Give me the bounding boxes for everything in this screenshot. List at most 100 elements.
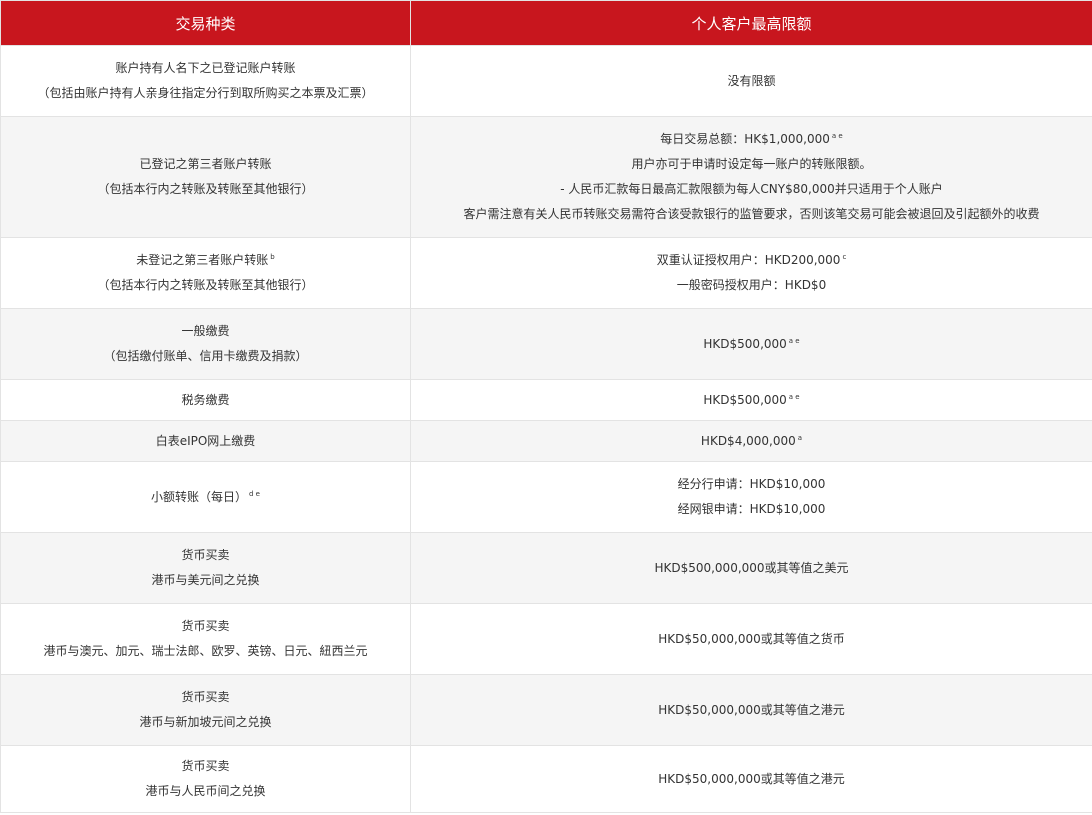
cell-line: 用户亦可于申请时设定每一账户的转账限额。 <box>411 152 1092 177</box>
cell-text: 一般缴费 <box>181 324 230 338</box>
cell-line: HKD$500,000 a e <box>411 388 1092 413</box>
cell-text: 账户持有人名下之已登记账户转账 <box>115 61 296 75</box>
cell-transaction-type: 税务缴费 <box>0 379 411 421</box>
cell-text: 已登记之第三者账户转账 <box>139 157 272 171</box>
cell-line: 小额转账（每日） d e <box>1 485 410 510</box>
cell-max-limit: 经分行申请：HKD$10,000 经网银申请：HKD$10,000 <box>410 461 1092 533</box>
cell-line: 已登记之第三者账户转账 <box>1 152 410 177</box>
cell-text: 未登记之第三者账户转账 <box>136 253 269 267</box>
table-row: 已登记之第三者账户转账 （包括本行内之转账及转账至其他银行） 每日交易总额：HK$1… <box>0 116 1092 238</box>
cell-text: HKD$500,000,000或其等值之美元 <box>654 560 849 575</box>
cell-max-limit: HKD$500,000 a e <box>410 379 1092 421</box>
cell-line: 港币与美元间之兑换 <box>1 568 410 593</box>
cell-max-limit: HKD$50,000,000或其等值之货币 <box>410 603 1092 675</box>
table-row: 货币买卖 港币与人民币间之兑换 HKD$50,000,000或其等值之港元 <box>0 745 1092 813</box>
cell-max-limit: HKD$50,000,000或其等值之港元 <box>410 674 1092 746</box>
cell-line: 货币买卖 <box>1 685 410 710</box>
cell-line: 货币买卖 <box>1 543 410 568</box>
footnote-marker: d e <box>249 489 260 498</box>
cell-text: 客户需注意有关人民币转账交易需符合该受款银行的监管要求，否则该笔交易可能会被退回… <box>463 207 1040 221</box>
cell-text: 港币与澳元、加元、瑞士法郎、欧罗、英镑、日元、紐西兰元 <box>43 644 368 658</box>
cell-text: 用户亦可于申请时设定每一账户的转账限额。 <box>631 157 872 171</box>
cell-transaction-type: 货币买卖港币与澳元、加元、瑞士法郎、欧罗、英镑、日元、紐西兰元 <box>0 603 411 675</box>
cell-transaction-type: 货币买卖港币与新加坡元间之兑换 <box>0 674 411 746</box>
cell-text: 货币买卖 <box>181 548 230 562</box>
cell-transaction-type: 一般缴费 （包括缴付账单、信用卡缴费及捐款） <box>0 308 411 380</box>
cell-text: （包括本行内之转账及转账至其他银行） <box>97 182 314 196</box>
cell-line: 港币与新加坡元间之兑换 <box>1 710 410 735</box>
footnote-marker: a e <box>788 392 800 401</box>
cell-line: 客户需注意有关人民币转账交易需符合该受款银行的监管要求，否则该笔交易可能会被退回… <box>411 202 1092 227</box>
cell-transaction-type: 未登记之第三者账户转账 b （包括本行内之转账及转账至其他银行） <box>0 237 411 309</box>
cell-line: 账户持有人名下之已登记账户转账 <box>1 56 410 81</box>
cell-text: 港币与美元间之兑换 <box>151 573 260 587</box>
cell-text: HKD$4,000,000 <box>700 433 796 448</box>
cell-line: 经分行申请：HKD$10,000 <box>411 472 1092 497</box>
cell-text: HKD$50,000,000或其等值之货币 <box>658 631 845 646</box>
cell-max-limit: 没有限额 <box>410 45 1092 117</box>
cell-transaction-type: 货币买卖港币与美元间之兑换 <box>0 532 411 604</box>
footnote-marker: c <box>842 253 847 261</box>
table-row: 白表eIPO网上缴费 HKD$4,000,000 a <box>0 420 1092 462</box>
cell-line: HKD$500,000 a e <box>411 332 1092 357</box>
cell-max-limit: 双重认证授权用户：HKD200,000 c 一般密码授权用户：HKD$0 <box>410 237 1092 309</box>
cell-transaction-type: 白表eIPO网上缴费 <box>0 420 411 462</box>
cell-line: 每日交易总额：HK$1,000,000 a e <box>411 127 1092 152</box>
table-row: 货币买卖港币与美元间之兑换 HKD$500,000,000或其等值之美元 <box>0 532 1092 604</box>
transaction-limits-table: 交易种类 个人客户最高限额 账户持有人名下之已登记账户转账 （包括由账户持有人亲身… <box>0 0 1092 813</box>
cell-text: 港币与新加坡元间之兑换 <box>139 715 272 729</box>
cell-transaction-type: 账户持有人名下之已登记账户转账 （包括由账户持有人亲身往指定分行到取所购买之本票及… <box>0 45 411 117</box>
cell-text: HKD$50,000,000或其等值之港元 <box>658 702 845 717</box>
cell-text: （包括缴付账单、信用卡缴费及捐款） <box>103 349 308 363</box>
cell-transaction-type: 小额转账（每日） d e <box>0 461 411 533</box>
cell-line: 港币与澳元、加元、瑞士法郎、欧罗、英镑、日元、紐西兰元 <box>1 639 410 664</box>
cell-text: 货币买卖 <box>181 619 230 633</box>
footnote-marker: a e <box>831 132 843 140</box>
cell-text: 每日交易总额：HK$1,000,000 <box>660 132 830 146</box>
cell-max-limit: HKD$500,000 a e <box>410 308 1092 380</box>
header-max-limit: 个人客户最高限额 <box>410 0 1092 46</box>
cell-line: 货币买卖 <box>1 754 410 779</box>
cell-text: 小额转账（每日） <box>151 489 248 504</box>
cell-text: 货币买卖 <box>181 759 230 773</box>
cell-max-limit: HKD$4,000,000 a <box>410 420 1092 462</box>
cell-line: - 人民币汇款每日最高汇款限额为每人CNY$80,000并只适用于个人账户 <box>411 177 1092 202</box>
cell-text: 港币与人民币间之兑换 <box>145 784 266 798</box>
cell-line: 港币与人民币间之兑换 <box>1 779 410 804</box>
cell-line: 没有限额 <box>411 69 1092 94</box>
footnote-marker: b <box>270 253 275 261</box>
cell-text: 货币买卖 <box>181 690 230 704</box>
header-transaction-type: 交易种类 <box>0 0 411 46</box>
cell-max-limit: 每日交易总额：HK$1,000,000 a e 用户亦可于申请时设定每一账户的转账限… <box>410 116 1092 238</box>
cell-line: （包括本行内之转账及转账至其他银行） <box>1 273 410 298</box>
cell-text: 经分行申请：HKD$10,000 <box>677 477 826 491</box>
cell-text: HKD$500,000 <box>703 336 787 351</box>
table-row: 货币买卖港币与新加坡元间之兑换 HKD$50,000,000或其等值之港元 <box>0 674 1092 746</box>
cell-text: 没有限额 <box>727 73 776 88</box>
cell-line: 双重认证授权用户：HKD200,000 c <box>411 248 1092 273</box>
cell-max-limit: HKD$500,000,000或其等值之美元 <box>410 532 1092 604</box>
cell-line: HKD$50,000,000或其等值之港元 <box>411 698 1092 723</box>
cell-text: 双重认证授权用户：HKD200,000 <box>656 253 841 267</box>
cell-text: 税务缴费 <box>181 392 230 407</box>
cell-line: HKD$500,000,000或其等值之美元 <box>411 556 1092 581</box>
cell-line: 未登记之第三者账户转账 b <box>1 248 410 273</box>
cell-max-limit: HKD$50,000,000或其等值之港元 <box>410 745 1092 813</box>
cell-line: 一般缴费 <box>1 319 410 344</box>
cell-line: （包括由账户持有人亲身往指定分行到取所购买之本票及汇票） <box>1 81 410 106</box>
table-header-row: 交易种类 个人客户最高限额 <box>0 0 1092 46</box>
cell-line: （包括缴付账单、信用卡缴费及捐款） <box>1 344 410 369</box>
cell-line: 白表eIPO网上缴费 <box>1 429 410 454</box>
cell-line: 货币买卖 <box>1 614 410 639</box>
table-row: 货币买卖港币与澳元、加元、瑞士法郎、欧罗、英镑、日元、紐西兰元 HKD$50,00… <box>0 603 1092 675</box>
table-row: 小额转账（每日） d e 经分行申请：HKD$10,000 经网银申请：HKD$10,… <box>0 461 1092 533</box>
cell-text: （包括本行内之转账及转账至其他银行） <box>97 278 314 292</box>
cell-line: 经网银申请：HKD$10,000 <box>411 497 1092 522</box>
cell-text: （包括由账户持有人亲身往指定分行到取所购买之本票及汇票） <box>37 86 374 100</box>
cell-line: HKD$4,000,000 a <box>411 429 1092 454</box>
cell-transaction-type: 货币买卖港币与人民币间之兑换 <box>0 745 411 813</box>
footnote-marker: a <box>797 433 803 442</box>
cell-text: 白表eIPO网上缴费 <box>155 433 256 448</box>
table-row: 税务缴费 HKD$500,000 a e <box>0 379 1092 421</box>
cell-line: HKD$50,000,000或其等值之港元 <box>411 767 1092 792</box>
